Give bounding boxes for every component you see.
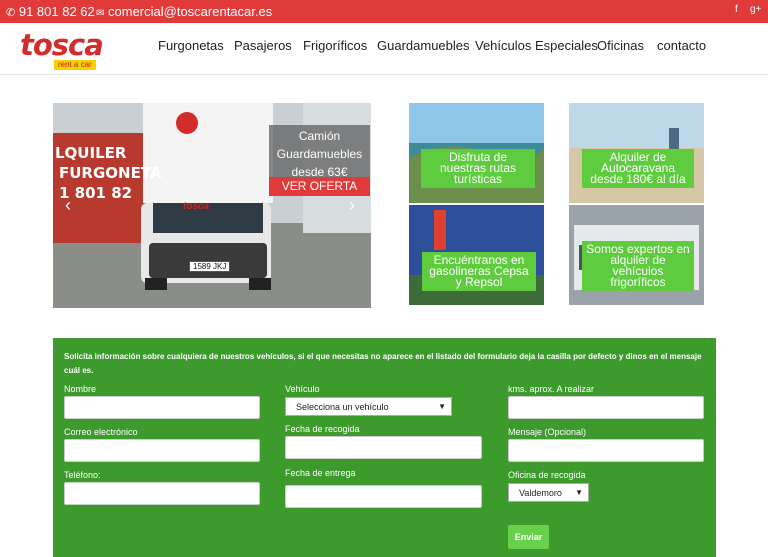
tile-gasolineras-caption: Encuéntranos en gasolineras Cepsa y Reps… — [422, 252, 536, 291]
correo-input[interactable] — [64, 439, 260, 462]
envelope-icon: ✉ — [96, 8, 105, 19]
phone-contact[interactable]: ✆ 91 801 82 62 — [6, 4, 95, 19]
caption-line-1: Camión — [298, 129, 341, 143]
oficina-select[interactable]: Valdemoro ▼ — [508, 483, 589, 502]
kms-input[interactable] — [508, 396, 704, 419]
tile-frigorificos-line-4: frigoríficos — [610, 275, 666, 289]
fecha-recogida-label: Fecha de recogida — [285, 424, 360, 434]
tile-autocaravana-line-3: desde 180€ al día — [590, 172, 686, 186]
caption-line-2: Guardamuebles — [276, 147, 363, 161]
nav-guardamuebles[interactable]: Guardamuebles — [377, 38, 470, 53]
telefono-label: Teléfono: — [64, 470, 101, 480]
tile-autocaravana-caption: Alquiler de Autocaravana desde 180€ al d… — [582, 149, 694, 188]
nav-vehiculos-especiales[interactable]: Vehículos Especiales — [475, 38, 598, 53]
correo-label: Correo electrónico — [64, 427, 138, 437]
logo-tagline: rent a car — [54, 60, 96, 70]
sign-line-2: FURGONETA — [59, 164, 162, 182]
logo-word: tosca — [20, 28, 104, 62]
tile-frigorificos-caption: Somos expertos en alquiler de vehículos … — [582, 241, 694, 291]
email-address: comercial@toscarentacar.es — [108, 4, 273, 19]
enviar-button[interactable]: Enviar — [508, 525, 549, 549]
nav-frigorificos[interactable]: Frigoríficos — [303, 38, 367, 53]
fecha-recogida-input[interactable] — [285, 436, 482, 459]
tile-autocaravana[interactable]: Alquiler de Autocaravana desde 180€ al d… — [569, 103, 704, 203]
oficina-label: Oficina de recogida — [508, 470, 586, 480]
nav-contacto[interactable]: contacto — [657, 38, 706, 53]
contact-form: Solicita información sobre cualquiera de… — [53, 338, 716, 557]
sign-text: LQUILER FURGONETA 1 801 82 — [55, 143, 162, 203]
kms-label: kms. aprox. A realizar — [508, 384, 595, 394]
form-intro: Solicita información sobre cualquiera de… — [64, 352, 702, 375]
fecha-entrega-input[interactable] — [285, 485, 482, 508]
tile-rutas-line-3: turísticas — [453, 172, 502, 186]
site-header: tosca rent a car Furgonetas Pasajeros Fr… — [0, 23, 768, 75]
phone-number: 91 801 82 62 — [18, 4, 95, 19]
chevron-right-icon[interactable]: › — [349, 195, 355, 216]
mensaje-input[interactable] — [508, 439, 704, 462]
hero-slider[interactable]: LQUILER FURGONETA 1 801 82 tosca 1589 JK… — [53, 103, 371, 308]
vehiculo-label: Vehículo — [285, 384, 320, 394]
email-contact[interactable]: ✉ comercial@toscarentacar.es — [96, 4, 272, 19]
tile-frigorificos[interactable]: Somos expertos en alquiler de vehículos … — [569, 205, 704, 305]
vehiculo-select-value: Selecciona un vehículo — [296, 402, 389, 412]
license-plate: 1589 JKJ — [189, 261, 231, 272]
vehiculo-select[interactable]: Selecciona un vehículo ▼ — [285, 397, 452, 416]
chevron-left-icon[interactable]: ‹ — [65, 195, 71, 216]
tile-gasolineras[interactable]: Encuéntranos en gasolineras Cepsa y Reps… — [409, 205, 544, 305]
facebook-icon[interactable]: f — [735, 4, 738, 15]
nav-pasajeros[interactable]: Pasajeros — [234, 38, 292, 53]
fecha-entrega-label: Fecha de entrega — [285, 468, 356, 478]
site-logo[interactable]: tosca rent a car — [18, 28, 104, 70]
van-brand-text: tosca — [183, 201, 210, 212]
top-bar: ✆ 91 801 82 62 ✉ comercial@toscarentacar… — [0, 0, 768, 23]
dropdown-arrow-icon: ▼ — [438, 402, 446, 411]
nombre-label: Nombre — [64, 384, 97, 394]
nav-furgonetas[interactable]: Furgonetas — [158, 38, 224, 53]
google-plus-icon[interactable]: g+ — [750, 4, 761, 15]
sign-line-1: LQUILER — [55, 144, 127, 162]
nombre-input[interactable] — [64, 396, 260, 419]
tile-rutas-caption: Disfruta de nuestras rutas turísticas — [421, 149, 535, 188]
dropdown-arrow-icon: ▼ — [575, 488, 583, 497]
tile-rutas[interactable]: Disfruta de nuestras rutas turísticas — [409, 103, 544, 203]
slide-caption: Camión Guardamuebles desde 63€ — [269, 125, 370, 183]
nav-oficinas[interactable]: Oficinas — [597, 38, 644, 53]
tile-gasolineras-line-3: y Repsol — [455, 275, 503, 289]
oficina-select-value: Valdemoro — [519, 488, 562, 498]
telefono-input[interactable] — [64, 482, 260, 505]
mensaje-label: Mensaje (Opcional) — [508, 427, 587, 437]
ver-oferta-button[interactable]: VER OFERTA — [269, 177, 370, 196]
phone-icon: ✆ — [6, 7, 16, 19]
